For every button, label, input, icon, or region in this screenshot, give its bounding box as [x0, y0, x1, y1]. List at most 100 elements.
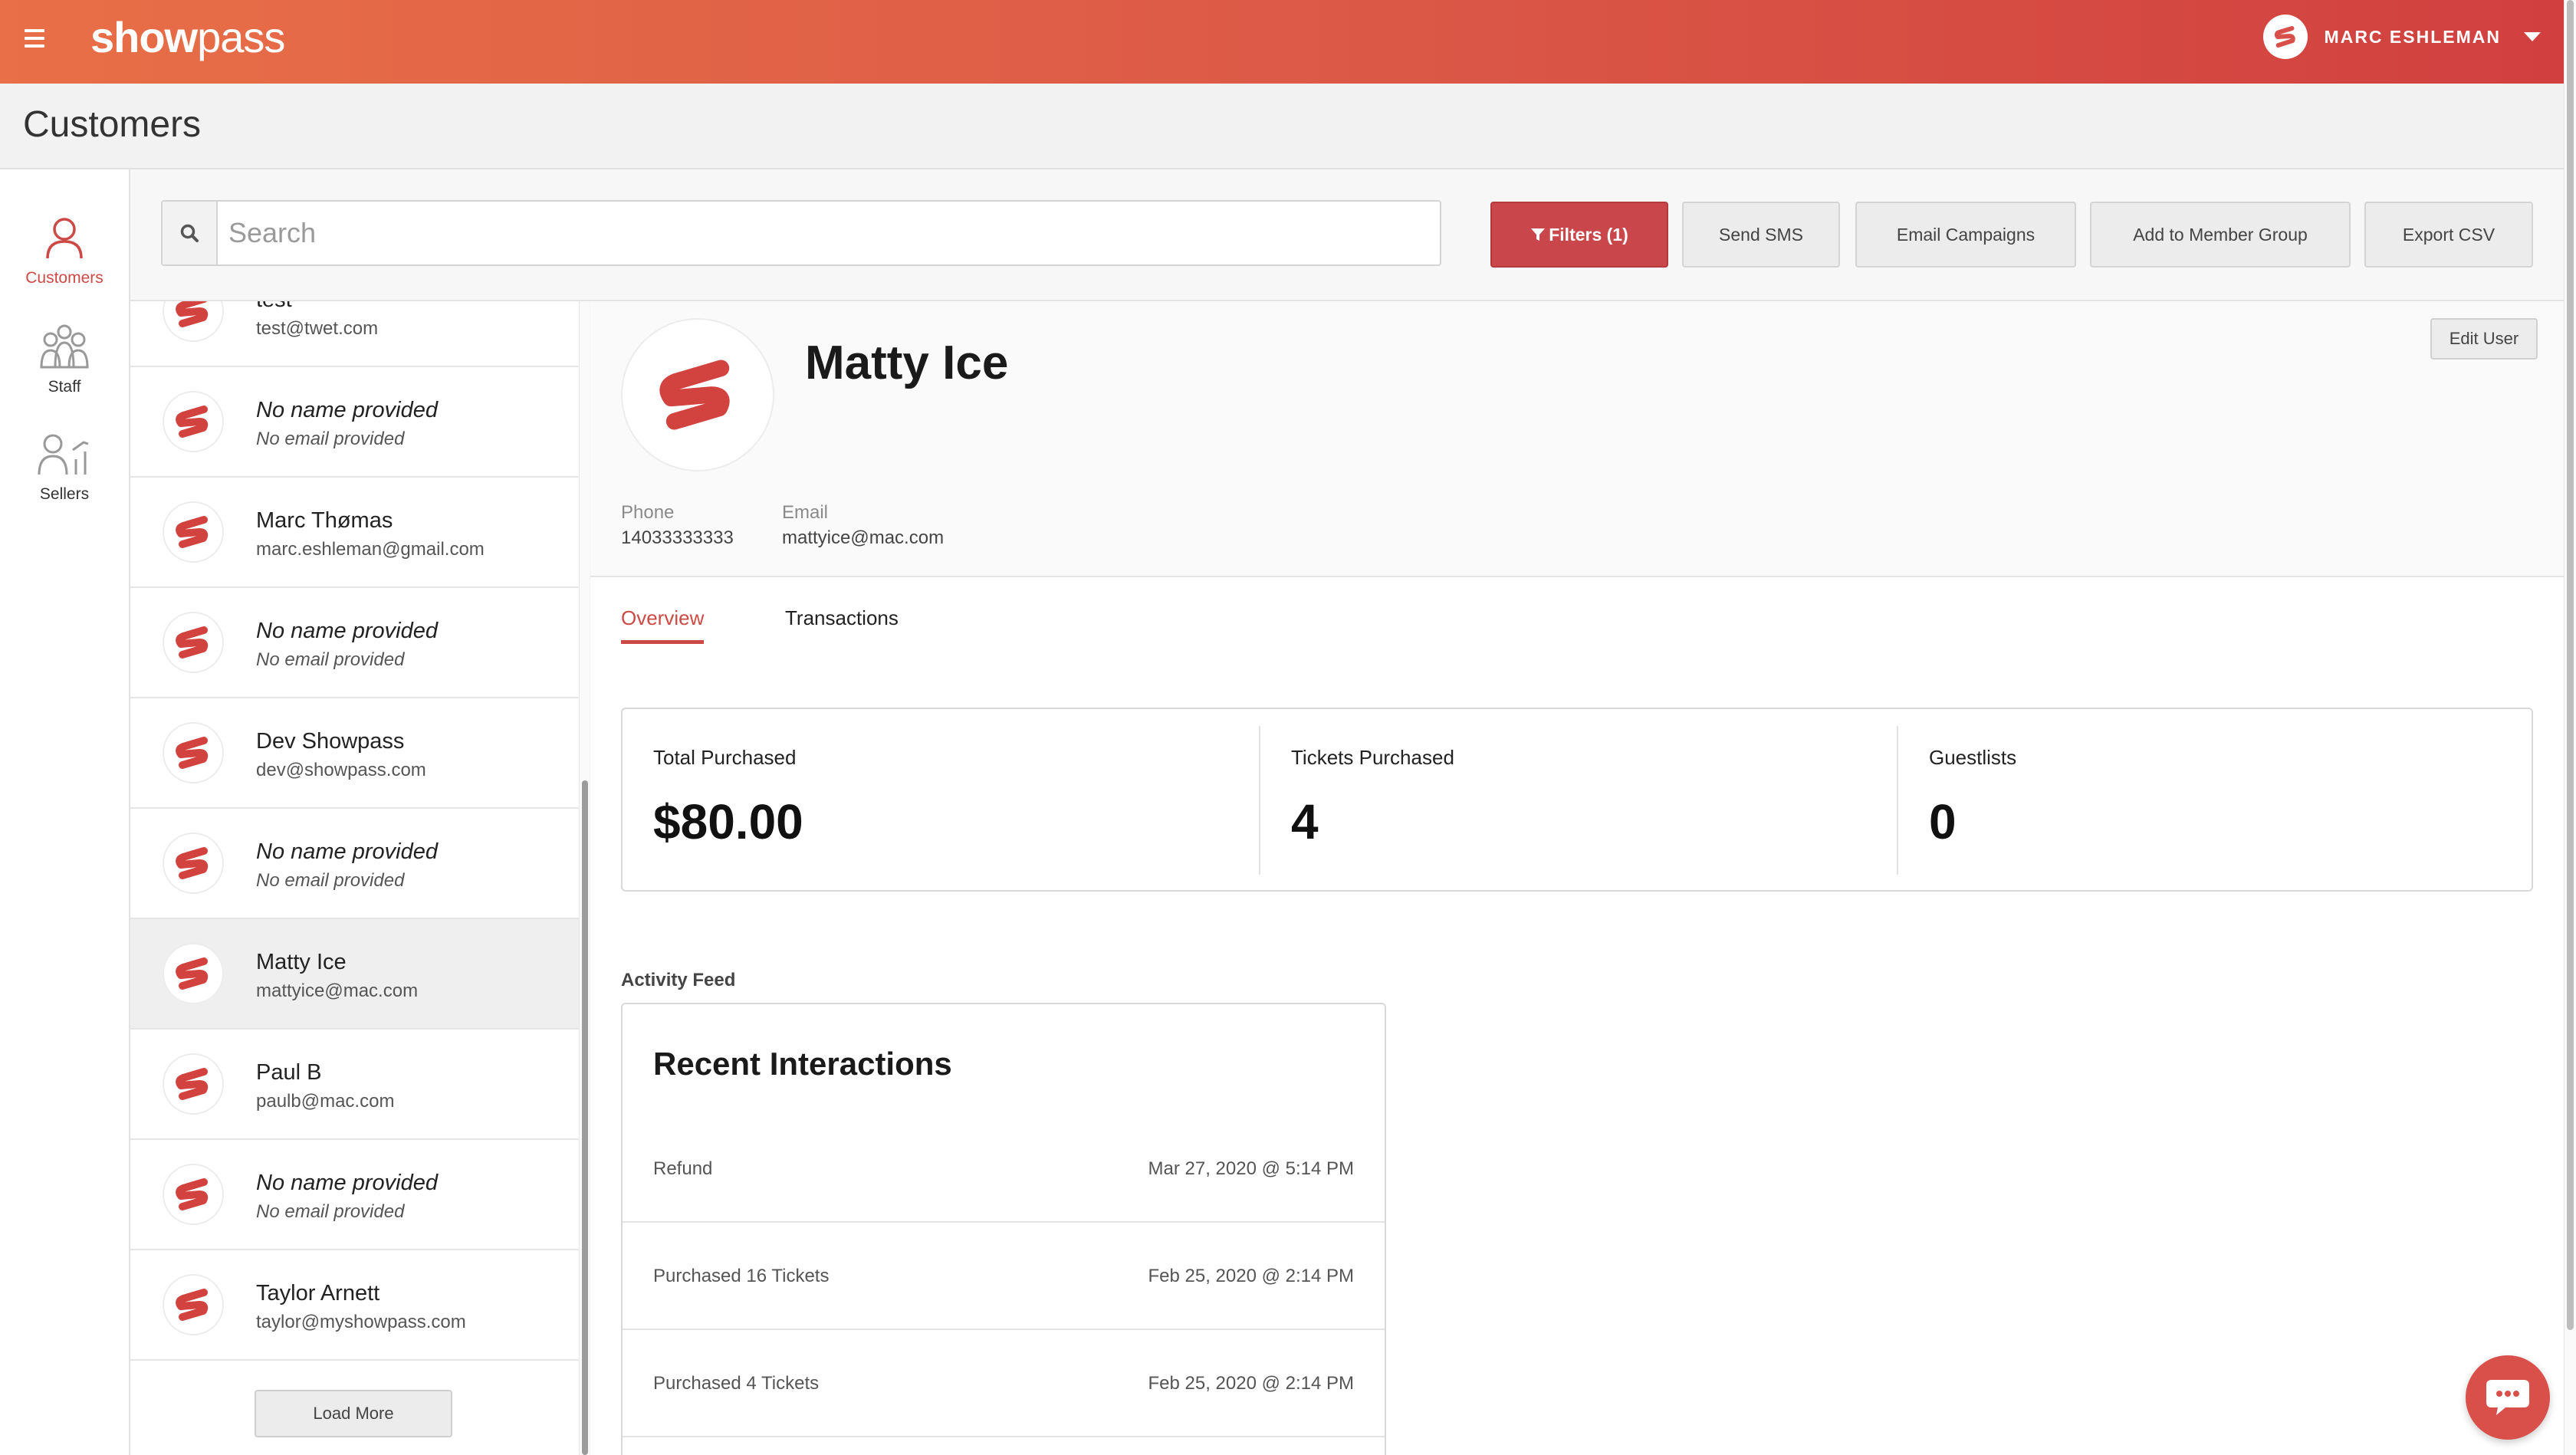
- customer-name: Matty Ice: [256, 950, 347, 974]
- top-navigation-bar: showpass MARC ESHLEMAN: [0, 0, 2564, 84]
- stat-guestlists: Guestlists 0: [1898, 709, 2532, 890]
- add-to-member-group-button[interactable]: Add to Member Group: [2090, 202, 2351, 268]
- showpass-ticket-logo-icon: [176, 1178, 209, 1210]
- search-icon[interactable]: [163, 202, 218, 264]
- stat-label: Guestlists: [1929, 746, 2017, 769]
- customer-list-item[interactable]: No name provided No email provided: [130, 809, 580, 919]
- chevron-down-icon[interactable]: [2524, 32, 2541, 41]
- customer-list: test test@twet.com No name provided No e…: [130, 301, 581, 1455]
- showpass-ticket-logo-icon: [176, 1289, 209, 1321]
- tab-transactions[interactable]: Transactions: [785, 606, 899, 630]
- customer-email: No email provided: [256, 870, 405, 891]
- customer-avatar: [163, 391, 224, 452]
- showpass-logo[interactable]: showpass: [90, 12, 285, 62]
- chat-launcher-button[interactable]: [2466, 1355, 2550, 1440]
- send-sms-button[interactable]: Send SMS: [1682, 202, 1840, 268]
- edit-user-button[interactable]: Edit User: [2430, 318, 2538, 360]
- activity-action: Purchased 16 Tickets: [653, 1266, 830, 1286]
- nav-item-staff[interactable]: Staff: [0, 323, 129, 396]
- customer-email: No email provided: [256, 1201, 405, 1222]
- export-csv-button[interactable]: Export CSV: [2364, 202, 2533, 268]
- customer-name: Taylor Arnett: [256, 1281, 380, 1306]
- customer-email: marc.eshleman@gmail.com: [256, 539, 485, 560]
- customer-list-item[interactable]: No name provided No email provided: [130, 1140, 580, 1250]
- customer-list-scrollbar-thumb[interactable]: [582, 780, 588, 1455]
- nav-item-customers[interactable]: Customers: [0, 215, 129, 287]
- customer-name: No name provided: [256, 1171, 438, 1195]
- tab-overview[interactable]: Overview: [621, 606, 704, 630]
- customer-name: No name provided: [256, 619, 438, 643]
- filters-button[interactable]: Filters (1): [1490, 202, 1668, 268]
- search-box: [161, 200, 1441, 266]
- activity-time: Feb 25, 2020 @ 2:14 PM: [1148, 1373, 1354, 1394]
- activity-action: Refund: [653, 1158, 713, 1179]
- customer-list-item-selected[interactable]: Matty Ice mattyice@mac.com: [130, 919, 580, 1030]
- page-header: Customers: [0, 84, 2564, 169]
- nav-label-customers: Customers: [25, 269, 104, 287]
- customer-name: Dev Showpass: [256, 729, 405, 754]
- customer-name: Marc Thømas: [256, 508, 393, 533]
- customer-email: dev@showpass.com: [256, 760, 426, 780]
- showpass-logo-icon: [2274, 25, 2295, 48]
- stats-card: Total Purchased $80.00 Tickets Purchased…: [621, 708, 2533, 892]
- phone-value: 14033333333: [621, 527, 734, 548]
- filter-icon: [1531, 228, 1546, 241]
- customer-avatar: [163, 301, 224, 342]
- customer-avatar: [163, 612, 224, 673]
- phone-label: Phone: [621, 502, 675, 523]
- email-campaigns-button[interactable]: Email Campaigns: [1855, 202, 2076, 268]
- customer-avatar: [163, 943, 224, 1004]
- showpass-ticket-logo-icon: [176, 516, 209, 548]
- activity-feed-card: Recent Interactions Refund Mar 27, 2020 …: [621, 1003, 1386, 1455]
- stat-label: Total Purchased: [653, 746, 797, 769]
- showpass-ticket-logo-icon: [176, 301, 209, 327]
- search-input[interactable]: [227, 212, 1426, 254]
- activity-feed-label: Activity Feed: [621, 970, 736, 990]
- customer-list-item[interactable]: Paul B paulb@mac.com: [130, 1030, 580, 1140]
- page-scrollbar[interactable]: [2564, 0, 2576, 1455]
- customer-email: No email provided: [256, 429, 405, 449]
- customer-avatar: [163, 1274, 224, 1335]
- page-scrollbar-thumb[interactable]: [2567, 0, 2574, 1330]
- activity-item: Refund Mar 27, 2020 @ 5:14 PM: [623, 1115, 1385, 1223]
- stat-value: 4: [1291, 794, 1319, 849]
- showpass-ticket-logo-icon: [176, 847, 209, 879]
- hamburger-menu-icon[interactable]: [25, 29, 44, 52]
- customer-list-scrollbar[interactable]: [579, 301, 590, 1455]
- customer-avatar: [163, 833, 224, 894]
- showpass-ticket-logo-icon: [659, 360, 730, 430]
- customer-detail-panel: Matty Ice Edit User Phone 14033333333 Em…: [590, 301, 2564, 1455]
- user-name: MARC ESHLEMAN: [2324, 26, 2501, 47]
- activity-feed-title: Recent Interactions: [653, 1046, 952, 1082]
- customer-email: mattyice@mac.com: [256, 980, 419, 1001]
- customer-avatar: [163, 722, 224, 783]
- page-title: Customers: [23, 104, 202, 145]
- customer-name: No name provided: [256, 398, 438, 422]
- profile-name: Matty Ice: [805, 337, 1009, 389]
- showpass-ticket-logo-icon: [176, 737, 209, 769]
- side-navigation: Customers Staff Sellers: [0, 169, 130, 1455]
- load-more-button[interactable]: Load More: [255, 1390, 452, 1437]
- nav-label-sellers: Sellers: [39, 485, 90, 503]
- showpass-ticket-logo-icon: [176, 626, 209, 659]
- stat-value: 0: [1929, 794, 1957, 849]
- chat-bubble-icon: [2486, 1380, 2529, 1415]
- customer-list-item[interactable]: Marc Thømas marc.eshleman@gmail.com: [130, 478, 580, 588]
- activity-time: Feb 25, 2020 @ 2:14 PM: [1148, 1266, 1354, 1286]
- email-label: Email: [782, 502, 829, 523]
- customer-person-icon: [46, 218, 83, 259]
- customer-list-item[interactable]: test test@twet.com: [130, 301, 580, 367]
- activity-item: Purchased 16 Tickets Feb 25, 2020 @ 2:14…: [623, 1223, 1385, 1330]
- customer-list-item[interactable]: No name provided No email provided: [130, 588, 580, 698]
- nav-item-sellers[interactable]: Sellers: [0, 433, 129, 504]
- customer-list-item[interactable]: Dev Showpass dev@showpass.com: [130, 698, 580, 809]
- stat-tickets-purchased: Tickets Purchased 4: [1260, 709, 1897, 890]
- customer-name: No name provided: [256, 839, 438, 864]
- customer-list-item[interactable]: No name provided No email provided: [130, 367, 580, 478]
- showpass-ticket-logo-icon: [176, 957, 209, 990]
- customer-list-item[interactable]: Taylor Arnett taylor@myshowpass.com: [130, 1250, 580, 1361]
- user-menu[interactable]: MARC ESHLEMAN: [2262, 14, 2541, 60]
- active-tab-indicator: [621, 640, 704, 644]
- showpass-ticket-logo-icon: [176, 406, 209, 438]
- stat-total-purchased: Total Purchased $80.00: [623, 709, 1259, 890]
